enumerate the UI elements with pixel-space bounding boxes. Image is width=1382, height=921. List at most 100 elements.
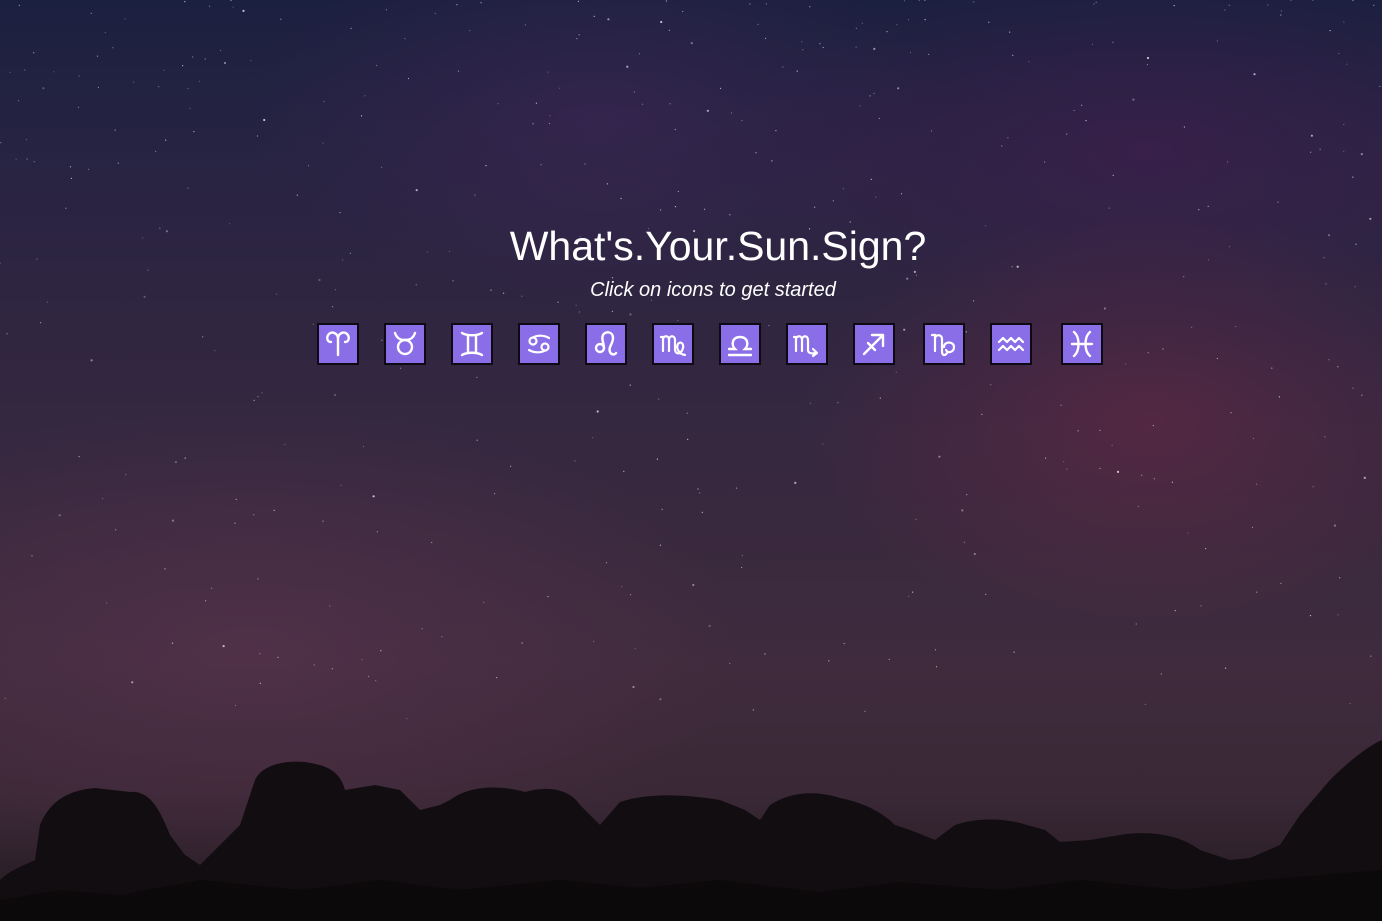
star <box>189 107 191 109</box>
libra-button[interactable] <box>719 323 761 365</box>
star <box>669 103 671 105</box>
scorpio-button[interactable] <box>786 323 828 365</box>
star <box>1152 424 1154 427</box>
star <box>1225 667 1227 669</box>
star <box>577 0 580 2</box>
star <box>26 139 28 141</box>
star <box>638 53 641 55</box>
star <box>809 6 811 8</box>
star <box>340 484 342 486</box>
gemini-button[interactable] <box>451 323 493 365</box>
star <box>935 666 938 668</box>
star <box>184 1 186 3</box>
star <box>828 660 830 662</box>
leo-button[interactable] <box>585 323 627 365</box>
star <box>1205 548 1207 550</box>
star <box>842 188 844 190</box>
star <box>900 193 903 195</box>
sagittarius-button[interactable] <box>853 323 895 365</box>
star <box>729 214 731 216</box>
star <box>629 594 632 596</box>
virgo-button[interactable] <box>652 323 694 365</box>
star <box>1009 31 1011 33</box>
star <box>58 514 61 517</box>
star <box>1103 307 1106 310</box>
star <box>214 350 216 352</box>
star <box>752 709 754 711</box>
star <box>40 322 42 324</box>
star <box>1235 325 1237 328</box>
star <box>97 86 99 88</box>
star <box>1227 161 1229 163</box>
star <box>771 160 773 162</box>
star <box>659 544 662 546</box>
aquarius-icon <box>997 336 1025 352</box>
star <box>802 49 804 51</box>
star <box>629 313 632 316</box>
star <box>704 208 706 210</box>
star <box>1370 655 1372 657</box>
star <box>1200 605 1202 607</box>
star <box>263 118 266 122</box>
star <box>1073 109 1075 112</box>
pisces-button[interactable] <box>1061 323 1103 365</box>
star <box>764 653 766 655</box>
star <box>1310 151 1312 153</box>
star <box>1277 201 1279 203</box>
star <box>532 123 534 125</box>
star <box>873 92 875 95</box>
star <box>1112 174 1114 176</box>
star <box>730 112 733 114</box>
star <box>547 596 549 598</box>
star <box>235 498 237 500</box>
star <box>211 587 213 589</box>
star <box>629 384 631 386</box>
star <box>15 158 17 160</box>
star <box>257 578 259 580</box>
star <box>540 164 542 166</box>
star <box>1216 357 1218 360</box>
star <box>232 6 234 8</box>
star <box>626 65 629 68</box>
star <box>234 704 237 707</box>
star <box>1352 387 1354 389</box>
star <box>782 66 784 68</box>
star <box>1338 53 1340 55</box>
star <box>859 105 861 107</box>
star <box>1162 348 1164 350</box>
star <box>641 103 644 105</box>
star <box>593 15 595 17</box>
star <box>596 410 599 413</box>
star <box>469 30 471 32</box>
aries-button[interactable] <box>317 323 359 365</box>
taurus-button[interactable] <box>384 323 426 365</box>
star <box>576 38 578 40</box>
star <box>677 190 679 193</box>
star <box>364 95 366 97</box>
aquarius-button[interactable] <box>990 323 1032 365</box>
star <box>407 77 410 80</box>
star <box>0 142 2 144</box>
star <box>547 71 549 73</box>
star <box>873 47 876 51</box>
star <box>1111 444 1113 446</box>
star <box>1267 4 1269 6</box>
star <box>578 34 580 36</box>
star <box>331 668 333 670</box>
star <box>284 443 286 446</box>
star <box>701 511 703 513</box>
star <box>230 0 232 1</box>
star <box>1060 404 1062 406</box>
star <box>1216 40 1218 42</box>
star <box>259 653 261 655</box>
star <box>692 583 695 587</box>
star <box>559 87 561 89</box>
star <box>496 677 498 679</box>
cancer-button[interactable] <box>518 323 560 365</box>
star <box>963 541 966 543</box>
star <box>607 18 610 21</box>
star <box>801 41 803 43</box>
star <box>674 206 677 208</box>
star <box>930 130 933 132</box>
capricorn-button[interactable] <box>923 323 965 365</box>
